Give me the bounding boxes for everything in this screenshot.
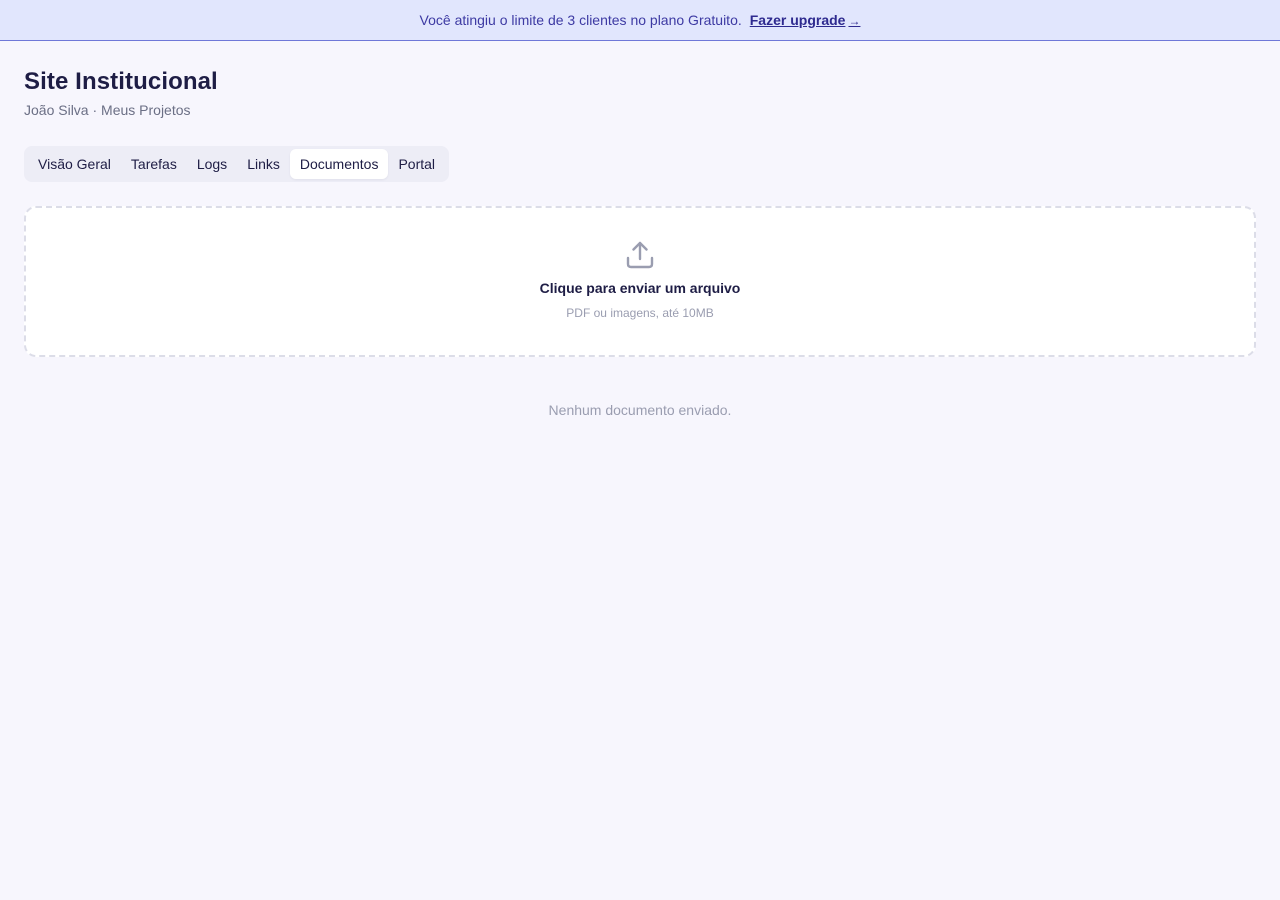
- tab-portal[interactable]: Portal: [388, 149, 445, 179]
- upgrade-link-label: Fazer upgrade: [749, 12, 846, 28]
- main-content: Site Institucional João Silva · Meus Pro…: [0, 68, 1280, 418]
- tab-documentos[interactable]: Documentos: [289, 149, 389, 179]
- upload-hint: PDF ou imagens, até 10MB: [566, 306, 714, 320]
- arrow-right-icon: →: [848, 14, 861, 28]
- banner-message: Você atingiu o limite de 3 clientes no p…: [419, 12, 742, 28]
- upload-icon: [626, 241, 654, 269]
- upgrade-link[interactable]: Fazer upgrade →: [750, 12, 861, 28]
- upgrade-banner: Você atingiu o limite de 3 clientes no p…: [0, 0, 1280, 41]
- tab-logs[interactable]: Logs: [187, 149, 237, 179]
- upload-title: Clique para enviar um arquivo: [539, 280, 741, 296]
- tab-bar: Visão Geral Tarefas Logs Links Documento…: [24, 146, 450, 182]
- page-title: Site Institucional: [24, 68, 218, 95]
- tab-visao-geral[interactable]: Visão Geral: [28, 149, 121, 179]
- empty-documents-message: Nenhum documento enviado.: [548, 402, 732, 418]
- breadcrumb: João Silva · Meus Projetos: [24, 102, 191, 118]
- tab-tarefas[interactable]: Tarefas: [121, 149, 187, 179]
- tab-links[interactable]: Links: [237, 149, 290, 179]
- file-upload-dropzone[interactable]: Clique para enviar um arquivo PDF ou ima…: [24, 206, 1256, 357]
